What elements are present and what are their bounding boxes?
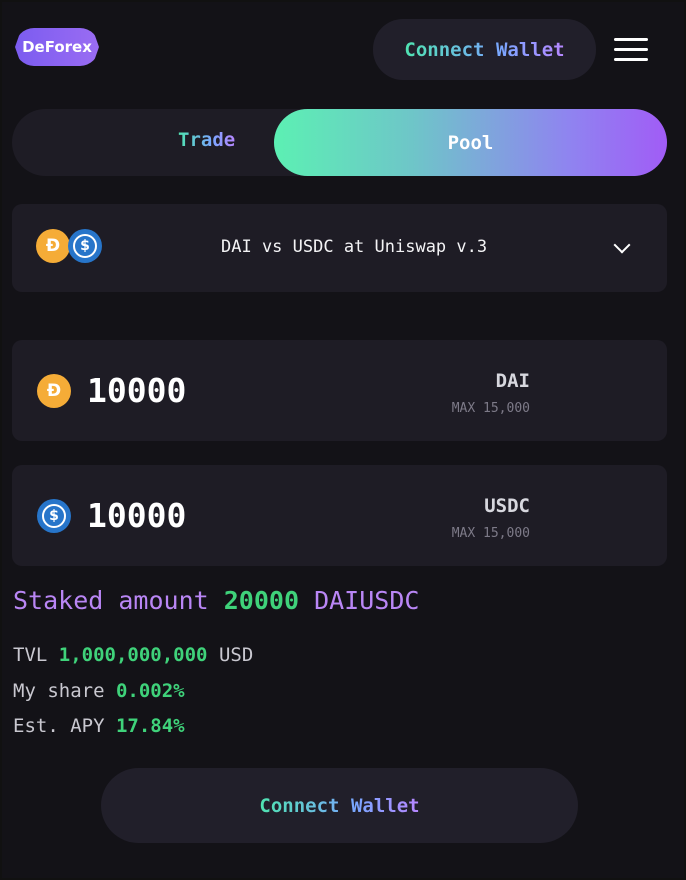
usdc-max-label[interactable]: MAX 15,000 [452,526,530,541]
stat-label: My share [13,680,105,702]
tab-pool[interactable]: Pool [274,109,667,176]
dai-max-label[interactable]: MAX 15,000 [452,401,530,416]
connect-wallet-button-bottom[interactable]: Connect Wallet [101,768,578,843]
stat-label: Est. APY [13,715,105,737]
dai-amount-card: Đ 10000 DAI MAX 15,000 [12,340,667,441]
stat-tvl: TVL 1,000,000,000 USD [13,644,253,666]
stat-suffix: USD [218,644,254,666]
pair-selector[interactable]: Đ $ DAI vs USDC at Uniswap v.3 [12,204,667,292]
usdc-token-label: USDC [484,495,530,517]
tab-trade-label: Trade [178,129,236,151]
usdc-amount-card: $ 10000 USDC MAX 15,000 [12,465,667,566]
app-frame: DeForex Connect Wallet Trade Pool Đ $ DA… [0,0,686,880]
connect-wallet-label: Connect Wallet [259,794,420,817]
connect-wallet-label: Connect Wallet [404,38,565,61]
trade-pool-toggle: Trade Pool [12,109,667,176]
pair-label: DAI vs USDC at Uniswap v.3 [221,237,488,257]
stat-value: 1,000,000,000 [58,644,208,666]
stat-label: TVL [13,644,48,666]
chevron-down-icon[interactable] [613,236,631,254]
staked-prefix: Staked amount [13,586,209,615]
stat-value: 0.002% [115,680,185,702]
usdc-icon: $ [68,229,102,263]
dai-amount-input[interactable]: 10000 [87,371,186,410]
staked-value: 20000 [223,586,299,615]
menu-icon[interactable] [614,38,648,64]
stat-value: 17.84% [115,715,185,737]
staked-token: DAIUSDC [314,586,420,615]
tab-pool-label: Pool [447,131,494,154]
stat-my-share: My share 0.002% [13,680,185,702]
usdc-amount-input[interactable]: 10000 [87,496,186,535]
deforex-logo[interactable]: DeForex [15,28,99,66]
stat-est-apy: Est. APY 17.84% [13,715,185,737]
dai-token-label: DAI [495,370,530,392]
dai-icon: Đ [36,229,70,263]
staked-amount: Staked amount 20000 DAIUSDC [13,586,419,615]
logo-text: DeForex [22,38,92,56]
usdc-icon: $ [37,499,71,533]
connect-wallet-button-top[interactable]: Connect Wallet [373,19,596,80]
dai-icon: Đ [37,374,71,408]
